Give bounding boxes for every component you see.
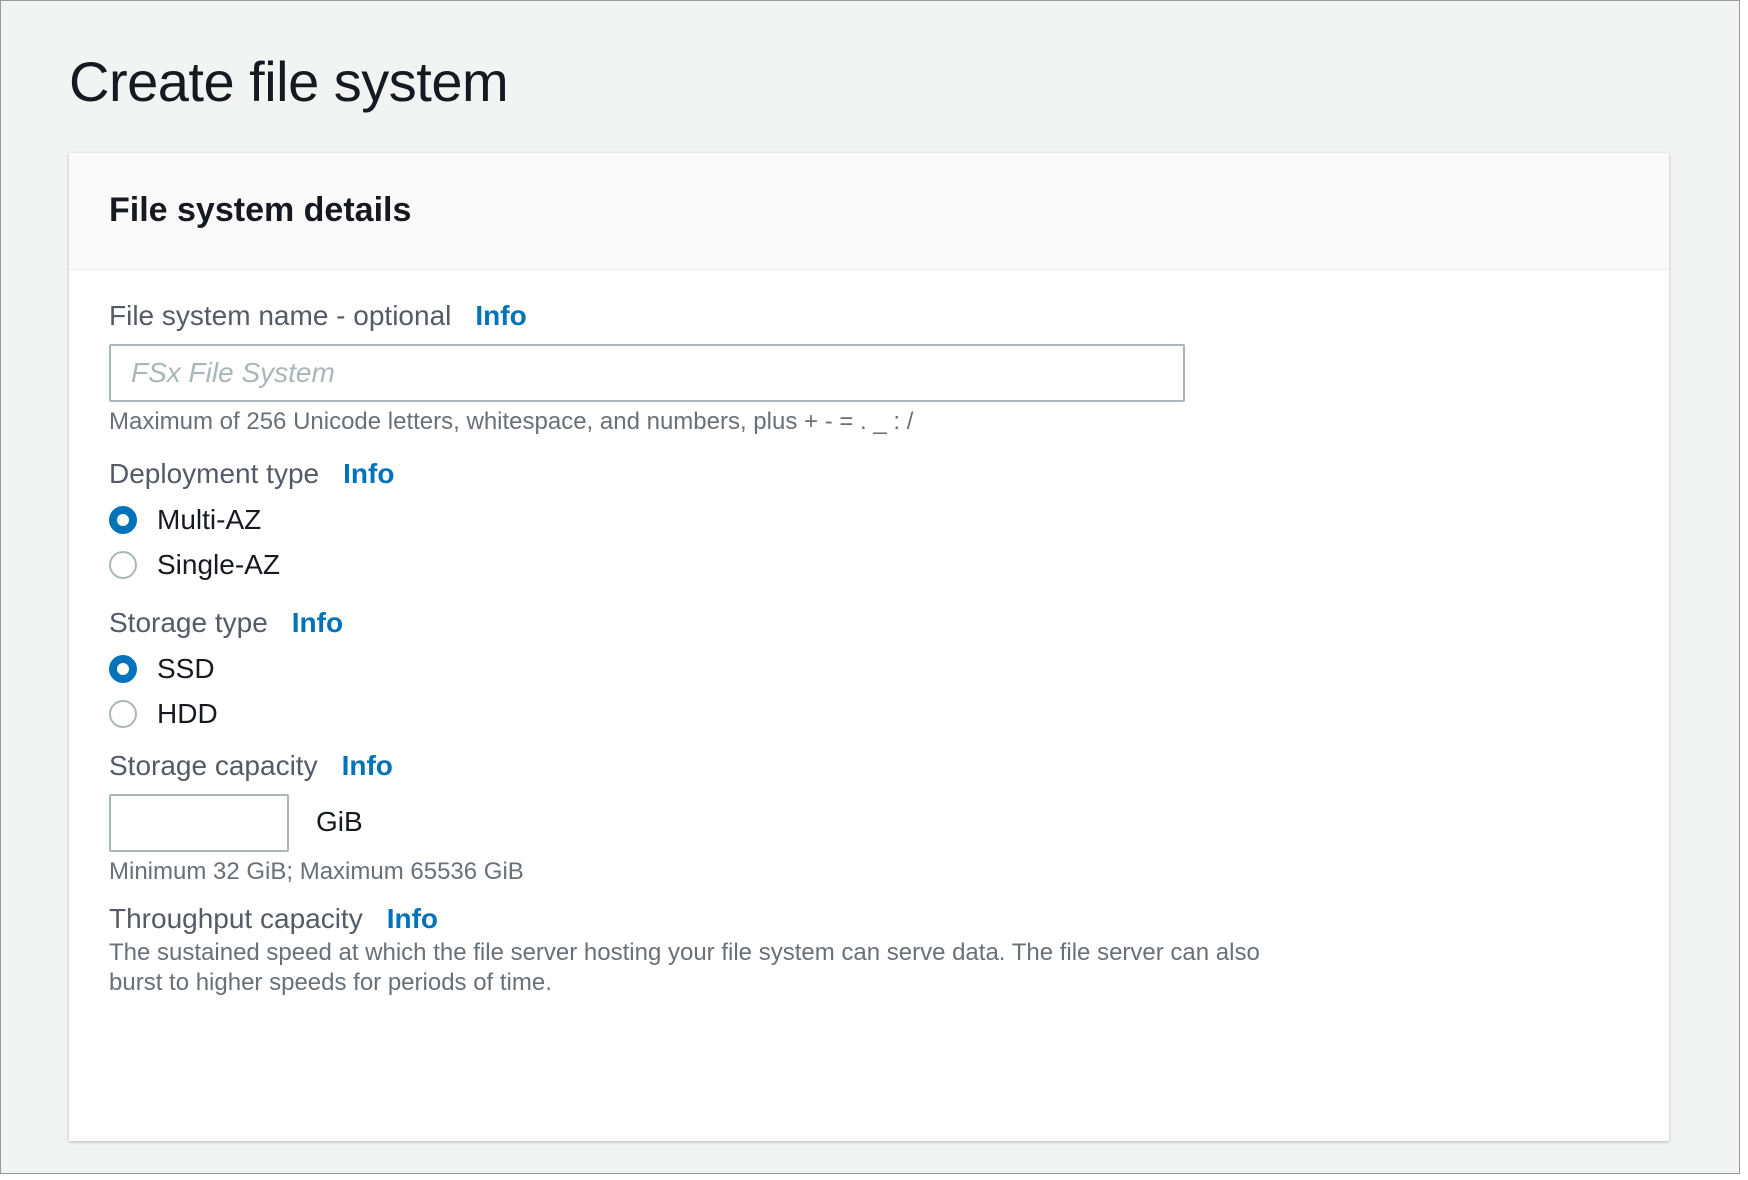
file-system-name-input[interactable] [109, 344, 1185, 402]
radio-selected-icon[interactable] [109, 506, 137, 534]
storage-capacity-label: Storage capacity Info [109, 750, 393, 782]
throughput-capacity-info-link[interactable]: Info [387, 903, 438, 934]
panel-title: File system details [109, 191, 412, 229]
deployment-type-label: Deployment type Info [109, 458, 394, 490]
storage-capacity-label-text: Storage capacity [109, 750, 318, 781]
file-system-name-label: File system name - optional Info [109, 300, 527, 332]
deployment-option-single-az[interactable]: Single-AZ [109, 545, 280, 585]
file-system-name-label-text: File system name - optional [109, 300, 452, 331]
radio-unselected-icon[interactable] [109, 700, 137, 728]
storage-option-hdd[interactable]: HDD [109, 694, 218, 734]
throughput-capacity-label: Throughput capacity Info [109, 903, 438, 935]
file-system-details-panel: File system details File system name - o… [69, 153, 1669, 1141]
storage-type-label-text: Storage type [109, 607, 268, 638]
throughput-capacity-label-text: Throughput capacity [109, 903, 363, 934]
storage-capacity-unit: GiB [316, 806, 363, 837]
storage-capacity-hint: Minimum 32 GiB; Maximum 65536 GiB [109, 858, 524, 885]
storage-capacity-info-link[interactable]: Info [342, 750, 393, 781]
storage-capacity-input[interactable] [109, 794, 289, 852]
storage-option-ssd[interactable]: SSD [109, 649, 215, 689]
deployment-type-label-text: Deployment type [109, 458, 320, 489]
panel-header: File system details [69, 153, 1669, 270]
storage-type-info-link[interactable]: Info [292, 607, 343, 638]
file-system-name-hint: Maximum of 256 Unicode letters, whitespa… [109, 408, 914, 435]
storage-option-label: SSD [157, 653, 215, 684]
radio-selected-icon[interactable] [109, 655, 137, 683]
deployment-option-label: Multi-AZ [157, 504, 262, 535]
radio-unselected-icon[interactable] [109, 551, 137, 579]
page-title: Create file system [69, 50, 509, 113]
deployment-type-info-link[interactable]: Info [343, 458, 394, 489]
storage-option-label: HDD [157, 698, 218, 729]
throughput-capacity-description: The sustained speed at which the file se… [109, 939, 1260, 996]
deployment-option-label: Single-AZ [157, 549, 280, 580]
storage-type-label: Storage type Info [109, 607, 343, 639]
file-system-name-info-link[interactable]: Info [475, 300, 526, 331]
page-container: Create file system File system details F… [0, 0, 1740, 1174]
deployment-option-multi-az[interactable]: Multi-AZ [109, 500, 261, 540]
